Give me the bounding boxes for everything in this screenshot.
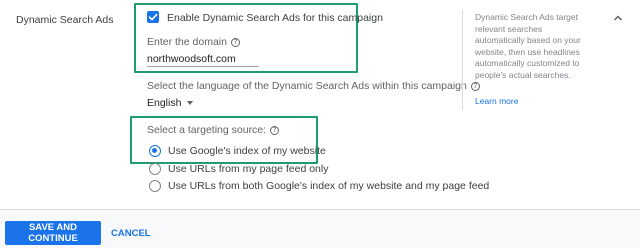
language-label: Select the language of the Dynamic Searc…: [147, 80, 480, 92]
enable-dsa-checkbox[interactable]: [147, 11, 159, 23]
language-selected-value: English: [147, 97, 182, 109]
targeting-option-label: Use URLs from my page feed only: [168, 163, 329, 175]
help-circle-icon[interactable]: ?: [270, 126, 280, 135]
learn-more-link[interactable]: Learn more: [475, 96, 518, 106]
help-divider: [462, 10, 463, 110]
targeting-label: Select a targeting source:?: [147, 124, 280, 136]
domain-input[interactable]: [147, 51, 259, 67]
section-title: Dynamic Search Ads: [16, 14, 114, 26]
targeting-option-label: Use Google's index of my website: [168, 145, 326, 157]
domain-label: Enter the domain?: [147, 36, 240, 48]
targeting-option-google-index[interactable]: Use Google's index of my website: [149, 144, 326, 158]
enable-dsa-label[interactable]: Enable Dynamic Search Ads for this campa…: [167, 12, 383, 24]
radio-button[interactable]: [149, 145, 161, 157]
cancel-button[interactable]: CANCEL: [107, 221, 155, 245]
caret-down-icon: [187, 101, 194, 105]
save-and-continue-button[interactable]: SAVE AND CONTINUE: [5, 221, 101, 245]
radio-button[interactable]: [149, 163, 161, 175]
footer-bar: SAVE AND CONTINUE CANCEL: [0, 211, 640, 248]
help-text: Dynamic Search Ads target relevant searc…: [475, 12, 581, 80]
targeting-option-both[interactable]: Use URLs from both Google's index of my …: [149, 179, 489, 193]
dsa-settings-panel: Dynamic Search Ads Enable Dynamic Search…: [0, 0, 640, 210]
targeting-label-text: Select a targeting source:: [147, 124, 267, 136]
checkmark-icon: [148, 13, 158, 21]
help-circle-icon[interactable]: ?: [230, 38, 240, 47]
language-select[interactable]: English: [147, 97, 194, 109]
targeting-option-page-feed[interactable]: Use URLs from my page feed only: [149, 162, 328, 176]
language-label-text: Select the language of the Dynamic Searc…: [147, 80, 467, 92]
targeting-option-label: Use URLs from both Google's index of my …: [168, 180, 490, 192]
domain-label-text: Enter the domain: [147, 36, 227, 48]
radio-button[interactable]: [149, 180, 161, 192]
chevron-up-icon[interactable]: [612, 11, 624, 29]
help-circle-icon[interactable]: ?: [470, 82, 480, 91]
